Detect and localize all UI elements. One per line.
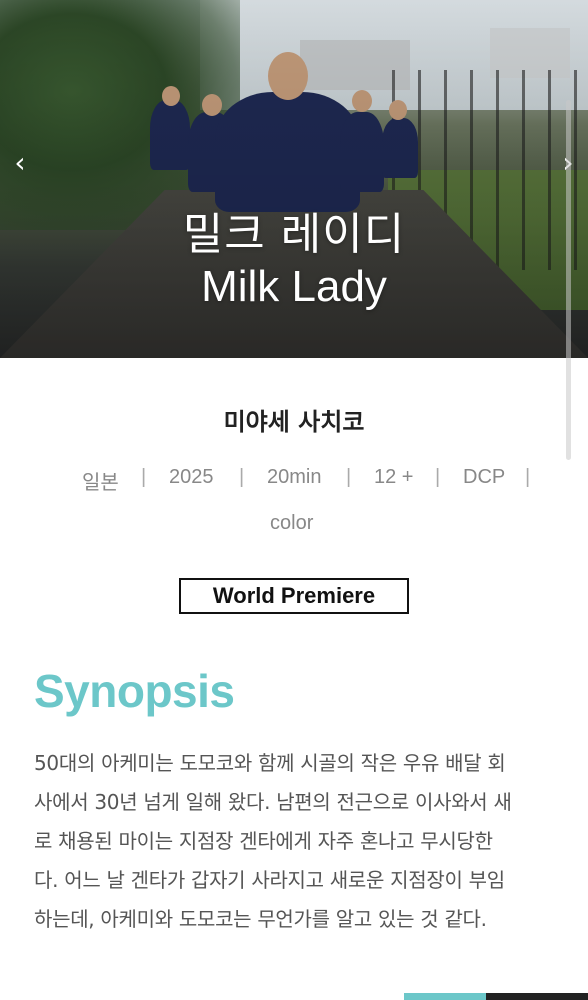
synopsis-line: 사에서 30년 넘게 일해 왔다. 남편의 전근으로 이사와서 새 [34,790,512,814]
meta-separator: | [141,466,147,488]
meta-separator: | [525,466,531,488]
bottom-tab-dark[interactable] [486,993,588,1000]
meta-separator: | [346,466,352,488]
meta-separator: | [239,466,245,488]
film-title-korean: 밀크 레이디 [182,209,406,260]
world-premiere-badge: World Premiere [179,578,409,614]
director-name: 미야세 사치코 [223,408,365,436]
synopsis-line: 로 채용된 마이는 지점장 겐타에게 자주 혼나고 무시당한 [34,829,493,853]
synopsis-line: 하는데, 아케미와 도모코는 무언가를 알고 있는 것 같다. [34,907,487,931]
meta-separator: | [435,466,441,488]
film-title-english: Milk Lady [201,262,387,311]
meta-format: DCP [463,466,506,488]
meta-rating: 12 + [374,466,414,488]
meta-country: 일본 [82,472,119,494]
meta-runtime: 20min [267,466,322,488]
bottom-tab-accent[interactable] [404,993,486,1000]
meta-color: color [270,512,314,534]
meta-year: 2025 [169,466,214,488]
synopsis-line: 다. 어느 날 겐타가 갑자기 사라지고 새로운 지점장이 부임 [34,868,505,892]
synopsis-heading: Synopsis [34,665,235,717]
synopsis-line: 50대의 아케미는 도모코와 함께 시골의 작은 우유 배달 회 [34,751,506,775]
film-meta: 일본 | 2025 | 20min | 12 + | DCP | color [0,462,588,552]
chevron-left-icon[interactable]: ‹ [10,148,30,178]
hero-film-still: 밀크 레이디 Milk Lady ‹ › [0,0,588,358]
synopsis-body: 50대의 아케미는 도모코와 함께 시골의 작은 우유 배달 회 사에서 30년… [34,744,558,939]
